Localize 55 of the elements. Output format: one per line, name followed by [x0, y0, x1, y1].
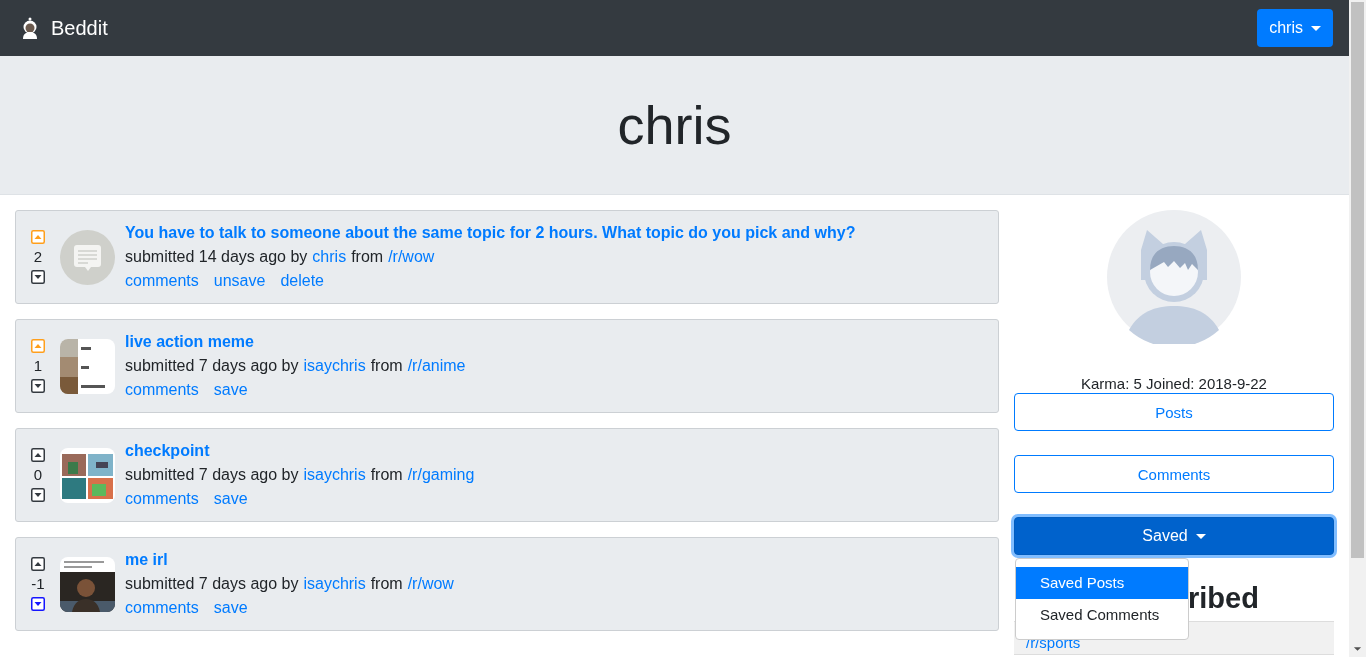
submitted-text: submitted 14 days ago by — [125, 247, 308, 267]
downvote-button[interactable] — [31, 379, 45, 393]
action-link[interactable]: unsave — [213, 270, 266, 291]
menu-item[interactable]: Saved Posts — [1016, 567, 1188, 599]
menu-item[interactable]: Saved Comments — [1016, 599, 1188, 631]
profile-tab-button[interactable]: Posts — [1014, 393, 1334, 431]
brand-link[interactable]: Beddit — [51, 16, 108, 40]
scrollbar[interactable] — [1349, 0, 1366, 657]
post-title-link[interactable]: checkpoint — [125, 441, 475, 461]
downvote-button[interactable] — [31, 488, 45, 502]
vote-score: -1 — [31, 575, 45, 593]
action-link[interactable]: comments — [125, 379, 199, 400]
caret-icon — [1311, 25, 1321, 31]
from-text: from — [370, 356, 403, 376]
scroll-down-icon[interactable] — [1353, 646, 1362, 652]
author-link[interactable]: isaychris — [303, 464, 366, 485]
profile-name: chris — [617, 94, 732, 156]
author-link[interactable]: isaychris — [303, 573, 366, 594]
action-link[interactable]: save — [213, 379, 248, 400]
action-link[interactable]: save — [213, 597, 248, 618]
from-text: from — [370, 574, 403, 594]
karma-text: Karma: 5 Joined: 2018-9-22 — [1080, 375, 1268, 393]
user-menu-button[interactable]: chris — [1257, 9, 1333, 47]
saved-dropdown-button[interactable]: Saved — [1014, 517, 1334, 555]
author-link[interactable]: isaychris — [303, 355, 366, 376]
action-link[interactable]: comments — [125, 270, 199, 291]
action-link[interactable]: comments — [125, 488, 199, 509]
vote-score: 0 — [33, 466, 43, 484]
text-post-icon — [60, 229, 115, 285]
action-link[interactable]: save — [213, 488, 248, 509]
upvote-button[interactable] — [31, 448, 45, 462]
caret-icon — [1195, 533, 1206, 539]
post-title-link[interactable]: You have to talk to someone about the same topic for 2 hours. What topic do you pick and why? — [125, 223, 856, 243]
downvote-button[interactable] — [31, 270, 45, 284]
from-text: from — [370, 465, 403, 485]
submitted-text: submitted 7 days ago by — [125, 574, 299, 594]
submitted-text: submitted 7 days ago by — [125, 465, 299, 485]
submitted-text: submitted 7 days ago by — [125, 356, 299, 376]
section-heading: ribed — [1188, 581, 1259, 615]
vote-score: 2 — [33, 248, 43, 266]
downvote-button[interactable] — [31, 597, 45, 611]
author-link[interactable]: chris — [312, 246, 347, 267]
from-text: from — [351, 247, 384, 267]
action-link[interactable]: delete — [280, 270, 324, 291]
logo-icon[interactable] — [20, 16, 40, 40]
subreddit-link[interactable]: /r/wow — [407, 573, 454, 594]
upvote-button[interactable] — [31, 557, 45, 571]
subreddit-link[interactable]: /r/wow — [388, 246, 435, 267]
subreddit-link[interactable]: /r/gaming — [407, 464, 475, 485]
post-title-link[interactable]: live action meme — [125, 332, 466, 352]
action-link[interactable]: comments — [125, 597, 199, 618]
profile-tab-button[interactable]: Comments — [1014, 455, 1334, 493]
vote-score: 1 — [33, 357, 43, 375]
post-title-link[interactable]: me irl — [125, 550, 454, 570]
subreddit-link[interactable]: /r/anime — [407, 355, 466, 376]
